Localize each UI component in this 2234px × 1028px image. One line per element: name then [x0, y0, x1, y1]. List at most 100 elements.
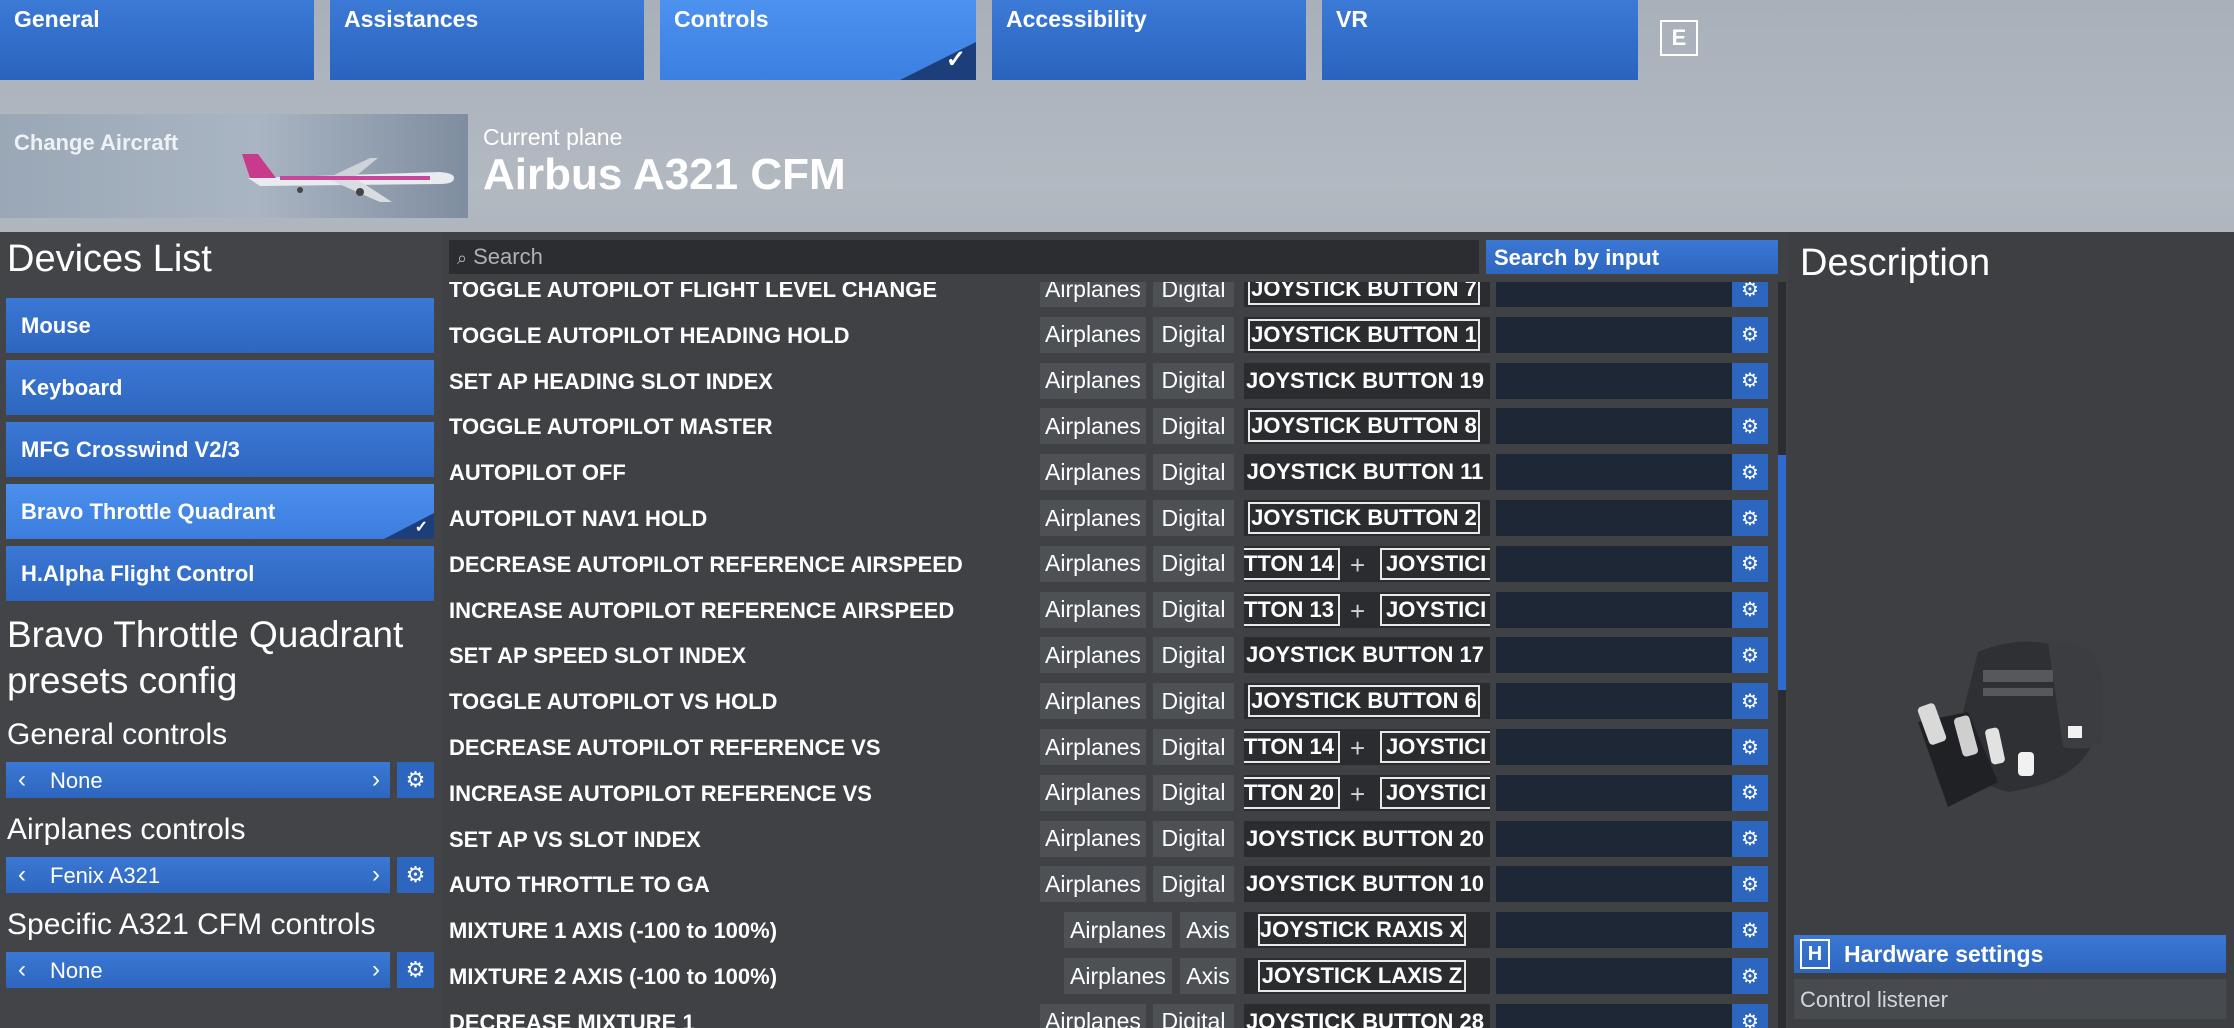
binding-gear-icon[interactable]: ⚙	[1732, 958, 1768, 994]
binding-gear-icon[interactable]: ⚙	[1732, 500, 1768, 536]
chevron-left-icon[interactable]: ‹	[18, 956, 26, 984]
binding-input-slot-2[interactable]	[1496, 912, 1736, 949]
binding-gear-icon[interactable]: ⚙	[1732, 820, 1768, 857]
binding-gear-icon[interactable]: ⚙	[1732, 912, 1768, 949]
binding-row[interactable]: AUTOPILOT NAV1 HOLD Airplanes Digital JOYST…	[442, 495, 1778, 540]
binding-input-slot-1[interactable]: UTTON 14 + JOYSTICI	[1244, 545, 1490, 582]
binding-input-slot-2[interactable]	[1496, 408, 1736, 445]
binding-input-slot-1[interactable]: JOYSTICK BUTTON 17	[1244, 637, 1490, 674]
binding-row[interactable]: DECREASE MIXTURE 1 Airplanes Digital JOYSTI…	[442, 999, 1778, 1028]
airplanes-controls-gear-icon[interactable]: ⚙	[397, 857, 434, 893]
bindings-scroll-thumb[interactable]	[1778, 455, 1786, 690]
binding-gear-icon[interactable]: ⚙	[1732, 637, 1768, 674]
binding-row[interactable]: INCREASE AUTOPILOT REFERENCE VS Airplanes…	[442, 770, 1778, 815]
search-input[interactable]: ⌕ Search	[449, 240, 1479, 274]
binding-row[interactable]: SET AP VS SLOT INDEX Airplanes Digital JOYS…	[442, 816, 1778, 861]
control-listener-button[interactable]: Control listener	[1794, 979, 2226, 1019]
binding-input-slot-1[interactable]: UTTON 14 + JOYSTICI	[1244, 729, 1490, 765]
binding-input-slot-1[interactable]: JOYSTICK RAXIS X	[1244, 912, 1490, 949]
binding-row[interactable]: MIXTURE 2 AXIS (-100 to 100%) Airplanes Ax…	[442, 953, 1778, 998]
binding-input-slot-1[interactable]: JOYSTICK BUTTON 19	[1244, 362, 1490, 399]
chevron-left-icon[interactable]: ‹	[18, 861, 26, 889]
binding-row[interactable]: TOGGLE AUTOPILOT HEADING HOLD Airplanes Di…	[442, 312, 1778, 357]
binding-row[interactable]: SET AP SPEED SLOT INDEX Airplanes Digital J…	[442, 632, 1778, 677]
chevron-right-icon[interactable]: ›	[372, 861, 380, 889]
binding-input-slot-2[interactable]	[1496, 282, 1736, 307]
binding-input-slot-2[interactable]	[1496, 729, 1736, 765]
next-tab-key-hint[interactable]: E	[1660, 20, 1698, 56]
binding-input-slot-1[interactable]: JOYSTICK BUTTON 11	[1244, 454, 1490, 491]
binding-input-slot-1[interactable]: JOYSTICK LAXIS Z	[1244, 958, 1490, 994]
specific-controls-gear-icon[interactable]: ⚙	[397, 952, 434, 988]
binding-gear-icon[interactable]: ⚙	[1732, 729, 1768, 765]
device-keyboard[interactable]: Keyboard	[6, 360, 434, 415]
binding-input-slot-1[interactable]: JOYSTICK BUTTON 20	[1244, 820, 1490, 857]
binding-gear-icon[interactable]: ⚙	[1732, 282, 1768, 307]
binding-input-slot-1[interactable]: UTTON 20 + JOYSTICI	[1244, 774, 1490, 811]
specific-controls-selector[interactable]: ‹ None ›	[6, 952, 390, 988]
tab-controls[interactable]: Controls ✓	[660, 0, 976, 80]
binding-input-slot-2[interactable]	[1496, 637, 1736, 674]
binding-row[interactable]: SET AP HEADING SLOT INDEX Airplanes Digita…	[442, 358, 1778, 403]
binding-input-slot-2[interactable]	[1496, 820, 1736, 857]
binding-input-slot-1[interactable]: JOYSTICK BUTTON 6	[1244, 683, 1490, 720]
chevron-right-icon[interactable]: ›	[372, 766, 380, 794]
binding-gear-icon[interactable]: ⚙	[1732, 774, 1768, 811]
binding-input-slot-1[interactable]: JOYSTICK BUTTON 8	[1244, 408, 1490, 445]
tab-assistances[interactable]: Assistances	[330, 0, 644, 80]
hardware-settings-button[interactable]: H Hardware settings	[1794, 935, 2226, 973]
general-controls-selector[interactable]: ‹ None ›	[6, 762, 390, 798]
chevron-left-icon[interactable]: ‹	[18, 766, 26, 794]
device-mfg-crosswind[interactable]: MFG Crosswind V2/3	[6, 422, 434, 477]
binding-row[interactable]: AUTOPILOT OFF Airplanes Digital JOYSTICK BU…	[442, 449, 1778, 494]
binding-input-slot-2[interactable]	[1496, 958, 1736, 994]
binding-input-slot-2[interactable]	[1496, 500, 1736, 536]
binding-row[interactable]: TOGGLE AUTOPILOT VS HOLD Airplanes Digital…	[442, 678, 1778, 723]
binding-row[interactable]: MIXTURE 1 AXIS (-100 to 100%) Airplanes Ax…	[442, 907, 1778, 952]
binding-gear-icon[interactable]: ⚙	[1732, 683, 1768, 720]
binding-gear-icon[interactable]: ⚙	[1732, 362, 1768, 399]
tab-general[interactable]: General	[0, 0, 314, 80]
chevron-right-icon[interactable]: ›	[372, 956, 380, 984]
binding-input-slot-2[interactable]	[1496, 362, 1736, 399]
binding-input-slot-1[interactable]: JOYSTICK BUTTON 2	[1244, 500, 1490, 536]
binding-row[interactable]: DECREASE AUTOPILOT REFERENCE AIRSPEED Air…	[442, 541, 1778, 586]
search-by-input-button[interactable]: Search by input	[1486, 240, 1778, 274]
binding-input-slot-2[interactable]	[1496, 454, 1736, 491]
device-bravo-throttle-quadrant[interactable]: Bravo Throttle Quadrant ✓	[6, 484, 434, 539]
binding-gear-icon[interactable]: ⚙	[1732, 866, 1768, 903]
binding-row[interactable]: AUTO THROTTLE TO GA Airplanes Digital JOYST…	[442, 861, 1778, 906]
device-mouse[interactable]: Mouse	[6, 298, 434, 353]
binding-input-slot-1[interactable]: JOYSTICK BUTTON 10	[1244, 866, 1490, 903]
device-h-alpha-flight-control[interactable]: H.Alpha Flight Control	[6, 546, 434, 601]
binding-gear-icon[interactable]: ⚙	[1732, 591, 1768, 628]
binding-row[interactable]: INCREASE AUTOPILOT REFERENCE AIRSPEED Air…	[442, 587, 1778, 632]
binding-input-slot-2[interactable]	[1496, 774, 1736, 811]
binding-input-slot-2[interactable]	[1496, 683, 1736, 720]
binding-input-slot-2[interactable]	[1496, 591, 1736, 628]
binding-gear-icon[interactable]: ⚙	[1732, 316, 1768, 353]
binding-gear-icon[interactable]: ⚙	[1732, 1003, 1768, 1028]
binding-input-slot-1[interactable]: JOYSTICK BUTTON 28	[1244, 1003, 1490, 1028]
binding-input-key: JOYSTICK BUTTON 2	[1248, 502, 1480, 534]
change-aircraft-button[interactable]: Change Aircraft	[0, 114, 468, 218]
general-controls-gear-icon[interactable]: ⚙	[397, 762, 434, 798]
binding-input-slot-1[interactable]: JOYSTICK BUTTON 7	[1244, 282, 1490, 307]
binding-gear-icon[interactable]: ⚙	[1732, 408, 1768, 445]
binding-gear-icon[interactable]: ⚙	[1732, 545, 1768, 582]
binding-input-slot-1[interactable]: UTTON 13 + JOYSTICI	[1244, 591, 1490, 628]
binding-row[interactable]: DECREASE AUTOPILOT REFERENCE VS Airplanes…	[442, 724, 1778, 769]
binding-category: Airplanes	[1040, 454, 1146, 491]
tab-accessibility[interactable]: Accessibility	[992, 0, 1306, 80]
airplanes-controls-selector[interactable]: ‹ Fenix A321 ›	[6, 857, 390, 893]
binding-input-slot-1[interactable]: JOYSTICK BUTTON 1	[1244, 316, 1490, 353]
tab-vr[interactable]: VR	[1322, 0, 1638, 80]
binding-action-name: AUTOPILOT OFF	[449, 460, 626, 486]
binding-row[interactable]: TOGGLE AUTOPILOT MASTER Airplanes Digital J…	[442, 403, 1778, 448]
binding-input-slot-2[interactable]	[1496, 866, 1736, 903]
binding-input-slot-2[interactable]	[1496, 545, 1736, 582]
binding-input-slot-2[interactable]	[1496, 1003, 1736, 1028]
binding-gear-icon[interactable]: ⚙	[1732, 454, 1768, 491]
binding-row[interactable]: TOGGLE AUTOPILOT FLIGHT LEVEL CHANGE Airp…	[442, 282, 1778, 311]
binding-input-slot-2[interactable]	[1496, 316, 1736, 353]
